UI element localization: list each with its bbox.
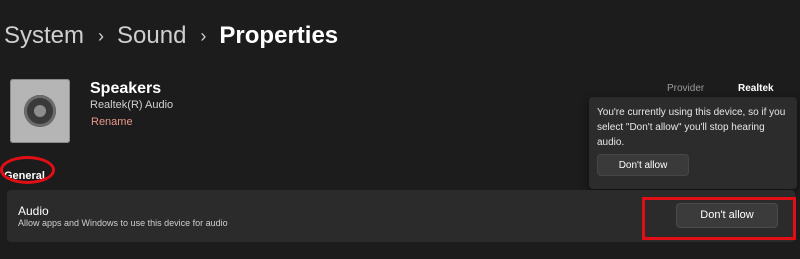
provider-value: Realtek [738, 83, 774, 94]
flyout-dont-allow-button[interactable]: Don't allow [597, 154, 689, 176]
flyout-message: You're currently using this device, so i… [597, 107, 786, 148]
chevron-right-icon: › [200, 25, 207, 46]
audio-description: Allow apps and Windows to use this devic… [18, 218, 228, 228]
speaker-icon [10, 79, 70, 143]
device-driver: Realtek(R) Audio [90, 99, 174, 111]
breadcrumb-system[interactable]: System [4, 22, 84, 50]
page-title: Properties [219, 22, 339, 49]
device-name: Speakers [90, 80, 162, 97]
annotation-circle [0, 156, 55, 184]
speaker-cone [24, 95, 56, 127]
confirm-flyout: You're currently using this device, so i… [589, 97, 797, 189]
breadcrumb-sound[interactable]: Sound [117, 22, 186, 50]
rename-link[interactable]: Rename [91, 116, 133, 128]
chevron-right-icon: › [98, 25, 105, 46]
annotation-box [642, 197, 796, 240]
breadcrumb: System › Sound › Properties [4, 22, 338, 50]
audio-title: Audio [18, 204, 49, 218]
provider-label: Provider [667, 83, 705, 94]
